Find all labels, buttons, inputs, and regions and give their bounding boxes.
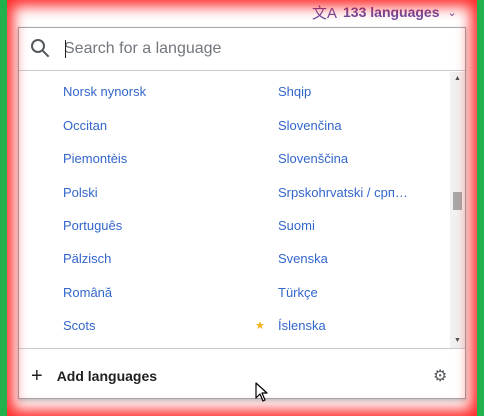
- language-selector-dialog: Norsk nynorsk Occitan Piemontèis Polski …: [18, 27, 466, 399]
- language-item[interactable]: Shqip: [278, 84, 311, 100]
- chevron-down-icon: ⌄: [447, 6, 457, 19]
- languages-button-label: 133 languages: [343, 4, 440, 20]
- language-item[interactable]: Scots: [63, 318, 96, 334]
- window-border-right: [477, 0, 484, 416]
- search-icon: [31, 39, 51, 59]
- star-icon: ★: [255, 320, 265, 332]
- add-languages-button[interactable]: + Add languages: [31, 365, 157, 387]
- scroll-up-arrow-icon[interactable]: ▲: [450, 72, 465, 86]
- language-item-starred[interactable]: Íslenska: [278, 318, 326, 334]
- add-languages-label: Add languages: [56, 368, 158, 384]
- language-item[interactable]: Polski: [63, 185, 98, 201]
- languages-button[interactable]: 文A 133 languages ⌄: [312, 2, 457, 22]
- dialog-footer: + Add languages ⚙: [19, 348, 465, 398]
- language-search-input[interactable]: [64, 36, 444, 62]
- search-bar: [19, 28, 465, 71]
- language-item[interactable]: Română: [63, 285, 112, 301]
- language-item[interactable]: Occitan: [63, 118, 107, 134]
- language-item[interactable]: Türkçe: [278, 285, 318, 301]
- language-item[interactable]: Pälzisch: [63, 251, 111, 267]
- language-item[interactable]: Suomi: [278, 218, 315, 234]
- translate-icon: 文A: [312, 4, 338, 22]
- language-item[interactable]: Português: [63, 218, 122, 234]
- text-caret: [65, 40, 66, 58]
- language-item[interactable]: Norsk nynorsk: [63, 84, 146, 100]
- scroll-down-arrow-icon[interactable]: ▼: [450, 334, 465, 348]
- language-item[interactable]: Piemontèis: [63, 151, 127, 167]
- scrollbar-thumb[interactable]: [453, 192, 462, 210]
- list-scrollbar[interactable]: ▲ ▼: [450, 72, 465, 348]
- language-list: Norsk nynorsk Occitan Piemontèis Polski …: [19, 72, 451, 348]
- window-border-left: [0, 0, 7, 416]
- mouse-cursor-icon: [255, 382, 268, 402]
- plus-icon: +: [31, 365, 43, 387]
- language-item[interactable]: Slovenščina: [278, 151, 348, 167]
- language-item[interactable]: Srpskohrvatski / срп…: [278, 185, 408, 201]
- language-item[interactable]: Slovenčina: [278, 118, 342, 134]
- language-item[interactable]: Svenska: [278, 251, 328, 267]
- gear-icon[interactable]: ⚙: [433, 366, 447, 386]
